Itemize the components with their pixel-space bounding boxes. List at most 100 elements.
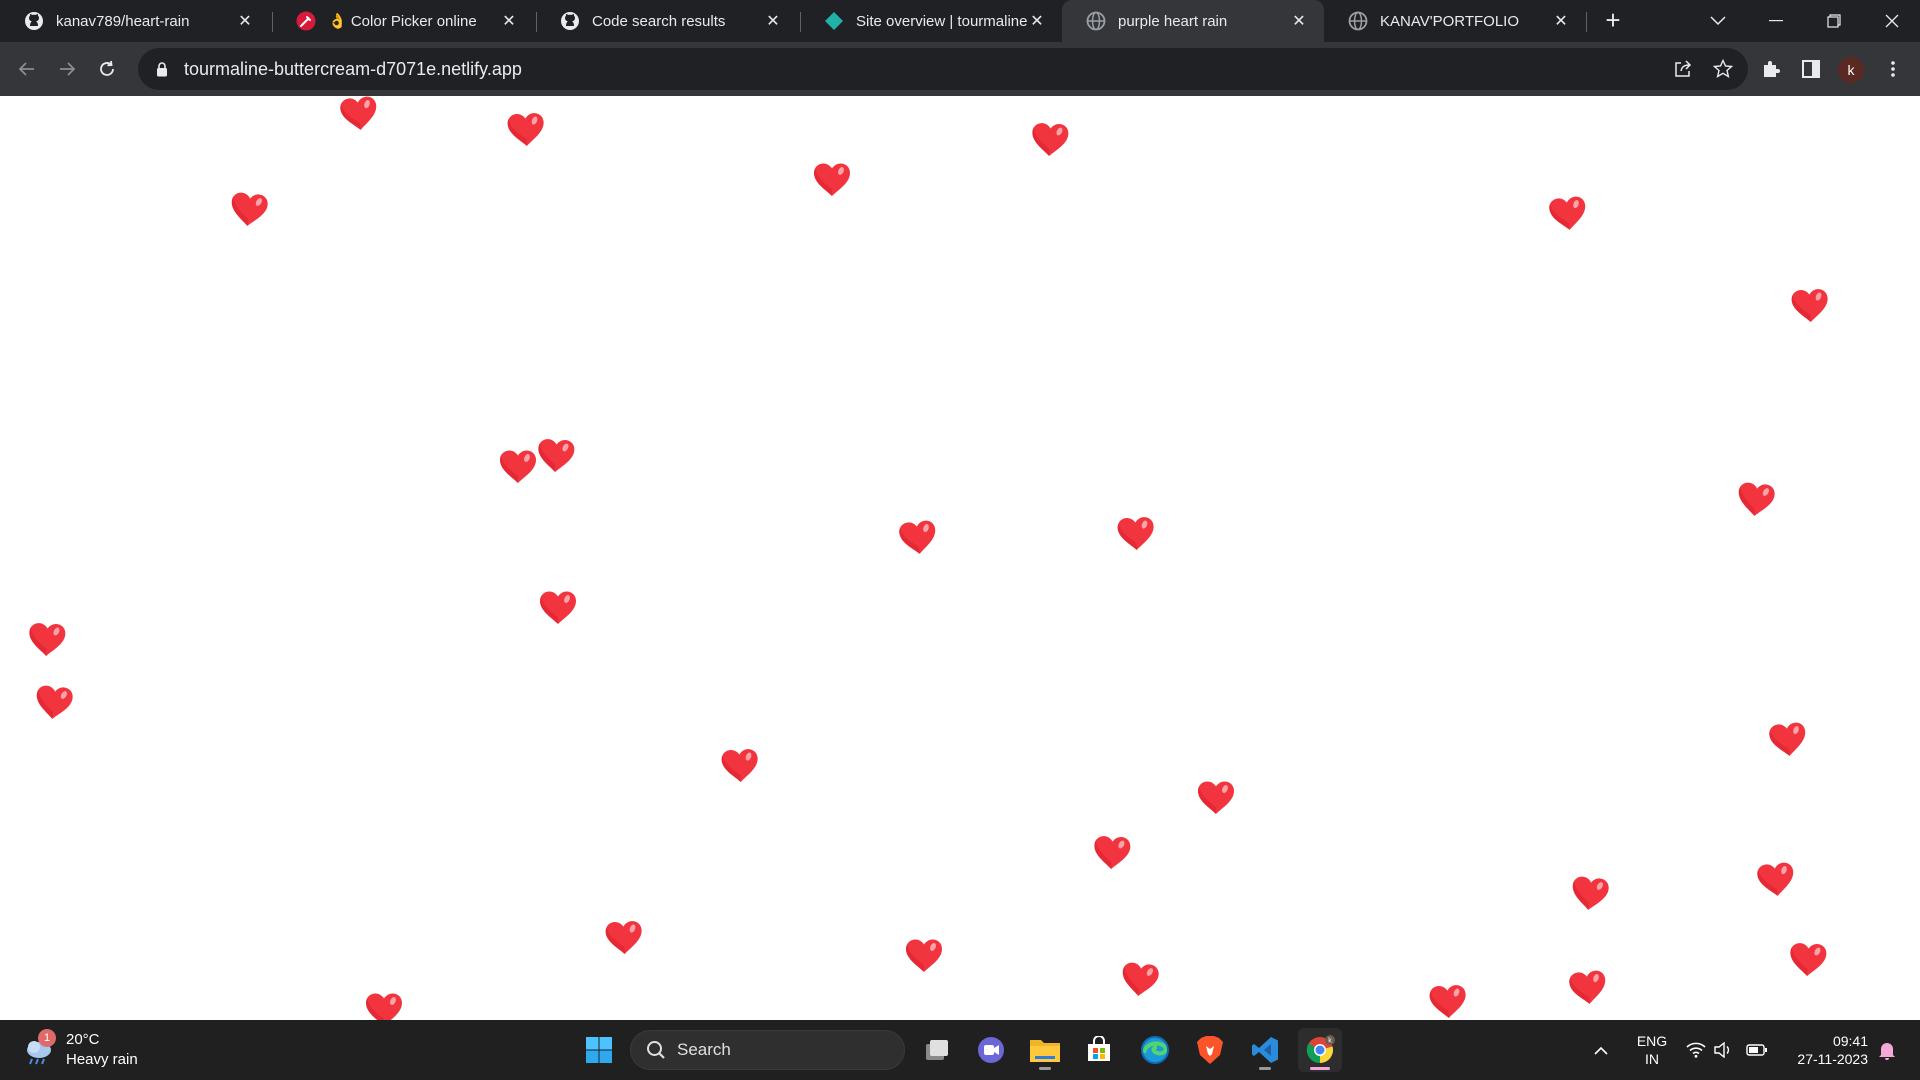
heart-icon bbox=[1091, 834, 1133, 872]
heart-icon bbox=[1115, 515, 1157, 553]
close-window-button[interactable] bbox=[1864, 0, 1920, 42]
bookmark-star-icon[interactable] bbox=[1712, 58, 1734, 80]
teams-chat-icon bbox=[978, 1037, 1004, 1063]
heart-icon bbox=[337, 96, 381, 134]
start-button[interactable] bbox=[577, 1028, 621, 1072]
file-explorer-button[interactable] bbox=[1023, 1028, 1067, 1072]
side-panel-icon[interactable] bbox=[1797, 55, 1825, 83]
close-tab-icon[interactable]: ✕ bbox=[1552, 12, 1570, 30]
reload-button[interactable] bbox=[93, 55, 121, 83]
weather-widget[interactable]: 1 20°C Heavy rain bbox=[22, 1029, 138, 1070]
back-button[interactable] bbox=[13, 55, 41, 83]
close-tab-icon[interactable]: ✕ bbox=[236, 12, 254, 30]
heart-icon bbox=[498, 449, 538, 485]
new-tab-button[interactable]: + bbox=[1600, 7, 1626, 34]
store-icon bbox=[1088, 1036, 1110, 1061]
close-tab-icon[interactable]: ✕ bbox=[1028, 12, 1046, 30]
task-view-button[interactable] bbox=[915, 1028, 959, 1072]
weather-temp: 20°C bbox=[66, 1031, 100, 1048]
heart-icon bbox=[1427, 983, 1469, 1020]
url-text: tourmaline-buttercream-d7071e.netlify.ap… bbox=[184, 58, 522, 79]
microsoft-store-button[interactable] bbox=[1077, 1028, 1121, 1072]
taskbar-search[interactable]: Search bbox=[630, 1030, 905, 1070]
address-bar[interactable]: tourmaline-buttercream-d7071e.netlify.ap… bbox=[138, 48, 1748, 90]
chevron-down-icon bbox=[1710, 16, 1726, 26]
restore-icon bbox=[1827, 14, 1841, 28]
heart-icon bbox=[535, 437, 577, 475]
arrow-left-icon bbox=[18, 62, 34, 76]
heart-icon bbox=[1029, 121, 1071, 159]
heart-icon bbox=[1118, 960, 1162, 1000]
task-view-icon bbox=[926, 1040, 948, 1060]
language-code: ENG bbox=[1636, 1033, 1668, 1049]
restore-button[interactable] bbox=[1806, 0, 1862, 42]
close-tab-icon[interactable]: ✕ bbox=[1290, 12, 1308, 30]
search-icon bbox=[645, 1039, 667, 1061]
clock-date: 27-11-2023 bbox=[1797, 1051, 1868, 1067]
globe-icon bbox=[1086, 11, 1106, 31]
show-hidden-icons-button[interactable] bbox=[1586, 1020, 1616, 1080]
rain-cloud-icon: 1 bbox=[22, 1029, 56, 1067]
color-picker-icon bbox=[296, 11, 316, 31]
tab-strip: kanav789/heart-rain ✕ 👌 Color Picker onl… bbox=[0, 0, 1920, 42]
tab-title: 👌 Color Picker online | HE bbox=[328, 13, 480, 30]
chrome-button[interactable]: k bbox=[1298, 1028, 1342, 1072]
tab-title: purple heart rain bbox=[1118, 12, 1228, 30]
arrow-right-icon bbox=[60, 62, 76, 76]
tab-heart-rain-repo[interactable]: kanav789/heart-rain ✕ bbox=[0, 0, 270, 42]
vscode-button[interactable] bbox=[1243, 1028, 1287, 1072]
heart-icon bbox=[505, 111, 547, 149]
chevron-up-icon bbox=[1594, 1046, 1608, 1055]
tab-site-overview[interactable]: Site overview | tourmaline- ✕ bbox=[800, 0, 1062, 42]
weather-condition: Heavy rain bbox=[66, 1051, 138, 1068]
tab-code-search[interactable]: Code search results ✕ bbox=[536, 0, 798, 42]
tab-title: kanav789/heart-rain bbox=[56, 12, 190, 30]
language-region: IN bbox=[1645, 1051, 1659, 1067]
notification-bell-icon[interactable] bbox=[1874, 1020, 1900, 1080]
search-placeholder: Search bbox=[677, 1040, 731, 1059]
tab-portfolio[interactable]: KANAV'PORTFOLIO ✕ bbox=[1324, 0, 1586, 42]
tab-search-button[interactable] bbox=[1690, 0, 1746, 42]
tab-title: KANAV'PORTFOLIO bbox=[1380, 12, 1520, 30]
close-icon bbox=[1885, 14, 1899, 28]
brave-button[interactable] bbox=[1188, 1028, 1232, 1072]
lock-icon bbox=[152, 61, 172, 77]
taskbar: 1 20°C Heavy rain Search k ENG IN 09:41 … bbox=[0, 1020, 1920, 1080]
brave-lion-icon bbox=[1197, 1036, 1223, 1064]
heart-icon bbox=[603, 919, 645, 957]
heart-rain-page bbox=[0, 96, 1920, 1020]
reload-icon bbox=[100, 60, 114, 76]
globe-icon bbox=[1348, 11, 1368, 31]
heart-icon bbox=[1766, 720, 1810, 760]
tab-purple-heart-rain[interactable]: purple heart rain ✕ bbox=[1062, 0, 1324, 42]
teams-chat-button[interactable] bbox=[969, 1028, 1013, 1072]
heart-icon bbox=[1566, 968, 1610, 1008]
menu-kebab-icon[interactable] bbox=[1879, 55, 1907, 83]
edge-icon bbox=[1141, 1036, 1169, 1064]
close-tab-icon[interactable]: ✕ bbox=[500, 12, 518, 30]
wifi-icon[interactable] bbox=[1683, 1020, 1709, 1080]
netlify-icon bbox=[824, 11, 844, 31]
language-indicator[interactable]: ENG IN bbox=[1632, 1032, 1672, 1068]
extensions-icon[interactable] bbox=[1757, 55, 1785, 83]
chrome-icon: k bbox=[1306, 1035, 1335, 1064]
github-icon bbox=[560, 11, 580, 31]
heart-icon bbox=[719, 747, 761, 785]
folder-icon bbox=[1030, 1040, 1060, 1062]
battery-icon[interactable] bbox=[1744, 1020, 1770, 1080]
heart-icon bbox=[1546, 194, 1590, 234]
share-icon[interactable] bbox=[1672, 58, 1694, 80]
tab-color-picker[interactable]: 👌 Color Picker online | HE ✕ bbox=[272, 0, 534, 42]
chrome-profile-badge: k bbox=[1328, 1038, 1332, 1045]
vscode-icon bbox=[1252, 1037, 1278, 1063]
heart-icon bbox=[538, 590, 578, 626]
minimize-icon bbox=[1769, 20, 1783, 22]
minimize-button[interactable] bbox=[1748, 0, 1804, 42]
profile-avatar[interactable]: k bbox=[1838, 57, 1864, 83]
clock[interactable]: 09:41 27-11-2023 bbox=[1780, 1032, 1868, 1068]
heart-icon bbox=[1734, 480, 1778, 520]
volume-icon[interactable] bbox=[1710, 1020, 1736, 1080]
close-tab-icon[interactable]: ✕ bbox=[764, 12, 782, 30]
forward-button[interactable] bbox=[53, 55, 81, 83]
edge-button[interactable] bbox=[1133, 1028, 1177, 1072]
